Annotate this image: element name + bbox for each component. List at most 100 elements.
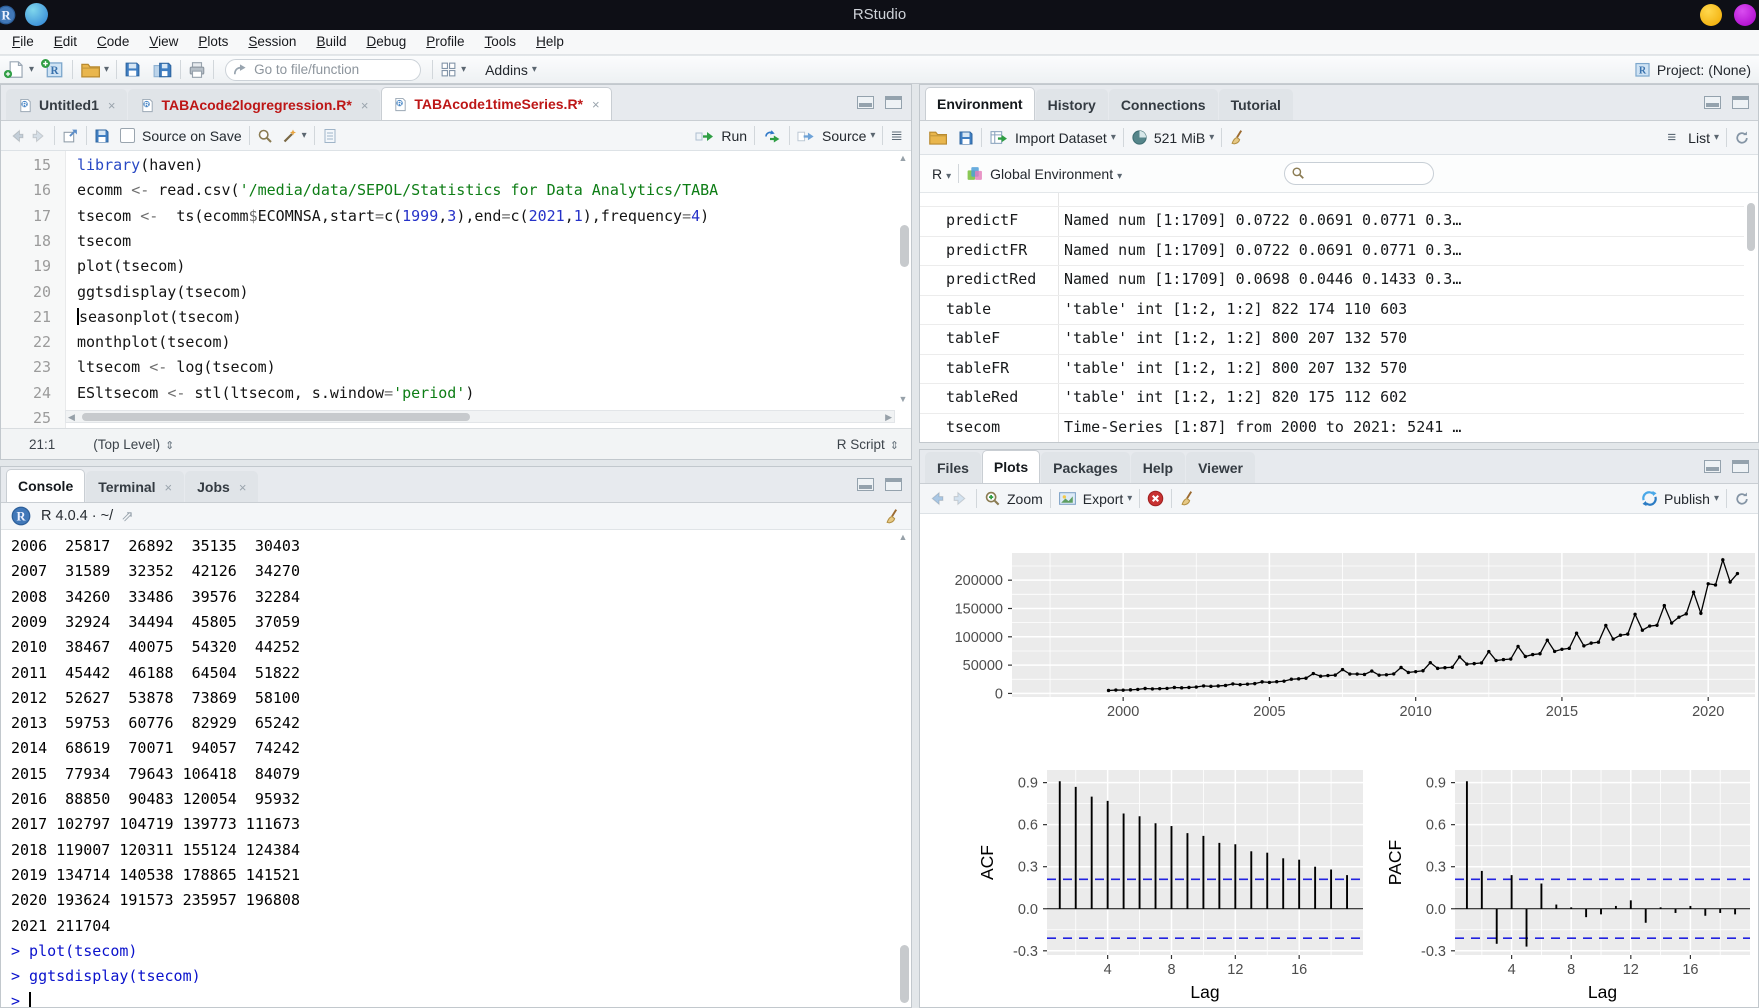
environment-row[interactable]: predictRedNamed num [1:1709] 0.0698 0.04…: [920, 266, 1744, 296]
scope-selector[interactable]: (Top Level)⇕: [93, 437, 174, 452]
rerun-icon[interactable]: [762, 128, 782, 144]
maximize-pane-icon[interactable]: [1732, 96, 1749, 109]
run-button[interactable]: Run: [695, 128, 747, 144]
open-in-window-icon[interactable]: [62, 127, 79, 144]
console-tab-console[interactable]: Console: [6, 469, 85, 502]
refresh-plot-icon[interactable]: [1734, 491, 1750, 507]
plots-tab-plots[interactable]: Plots: [982, 450, 1040, 483]
minimize-pane-icon[interactable]: [857, 478, 874, 491]
plots-tab-packages[interactable]: Packages: [1041, 452, 1130, 483]
plots-tab-viewer[interactable]: Viewer: [1186, 452, 1255, 483]
menu-item-profile[interactable]: Profile: [416, 30, 474, 54]
console-output[interactable]: 2006 25817 26892 35135 304032007 31589 3…: [1, 530, 895, 1007]
menu-item-help[interactable]: Help: [526, 30, 574, 54]
chevron-down-icon[interactable]: ▾: [29, 64, 34, 75]
minimize-pane-icon[interactable]: [1704, 460, 1721, 473]
compile-report-icon[interactable]: [322, 128, 338, 144]
save-icon[interactable]: [94, 128, 110, 144]
language-selector[interactable]: R▾: [932, 166, 951, 182]
save-button[interactable]: [124, 61, 141, 78]
environment-vscrollbar[interactable]: [1747, 203, 1755, 251]
close-icon[interactable]: ×: [108, 98, 116, 113]
minimize-pane-icon[interactable]: [857, 96, 874, 109]
hscroll-thumb[interactable]: [82, 413, 470, 421]
scroll-right-icon[interactable]: ▶: [885, 413, 892, 422]
close-icon[interactable]: ×: [239, 480, 247, 495]
menu-item-session[interactable]: Session: [238, 30, 306, 54]
code-editor[interactable]: 1516171819202122232425 library(haven)eco…: [1, 151, 911, 431]
previous-plot-icon[interactable]: [928, 490, 945, 507]
window-control-magenta-icon[interactable]: [1734, 4, 1756, 26]
environment-tab-tutorial[interactable]: Tutorial: [1219, 89, 1293, 120]
memory-usage-button[interactable]: 521 MiB ▾: [1131, 129, 1214, 146]
menu-item-plots[interactable]: Plots: [188, 30, 238, 54]
environment-row[interactable]: tsecomTime-Series [1:87] from 2000 to 20…: [920, 414, 1744, 443]
close-icon[interactable]: ×: [592, 97, 600, 112]
console-tab-terminal[interactable]: Terminal×: [86, 471, 184, 502]
scroll-down-icon[interactable]: ▼: [898, 395, 908, 404]
environment-row[interactable]: tableRed'table' int [1:2, 1:2] 820 175 1…: [920, 384, 1744, 414]
maximize-pane-icon[interactable]: [885, 96, 902, 109]
scroll-up-icon[interactable]: ▲: [898, 533, 908, 542]
new-project-button[interactable]: [44, 59, 65, 80]
window-control-yellow-icon[interactable]: [1700, 4, 1722, 26]
publish-button[interactable]: Publish ▾: [1641, 490, 1719, 507]
remove-plot-icon[interactable]: [1147, 490, 1164, 507]
editor-tab-tabacode1timeseries-r[interactable]: TABAcode1timeSeries.R*×: [381, 87, 611, 120]
view-mode-button[interactable]: List ▾: [1682, 130, 1719, 146]
editor-tab-tabacode2logregression-r[interactable]: TABAcode2logregression.R*×: [128, 89, 380, 120]
clear-console-broom-icon[interactable]: [884, 508, 901, 525]
menu-item-view[interactable]: View: [139, 30, 188, 54]
plots-tab-help[interactable]: Help: [1131, 452, 1185, 483]
close-icon[interactable]: ×: [165, 480, 173, 495]
load-workspace-folder-icon[interactable]: [928, 128, 947, 147]
console-vscrollbar[interactable]: [900, 945, 909, 1003]
code-tools-wand-icon[interactable]: [282, 128, 298, 144]
open-in-new-icon[interactable]: ⇗: [121, 507, 134, 525]
environment-selector[interactable]: Global Environment▾: [990, 166, 1122, 182]
goto-file-input[interactable]: [225, 59, 421, 81]
source-button[interactable]: Source ▾: [797, 128, 875, 144]
save-workspace-icon[interactable]: [958, 130, 974, 146]
menu-item-tools[interactable]: Tools: [475, 30, 527, 54]
chevron-down-icon[interactable]: ▾: [302, 130, 307, 141]
import-dataset-button[interactable]: Import Dataset ▾: [989, 129, 1116, 146]
forward-icon[interactable]: [31, 128, 47, 144]
chevron-down-icon[interactable]: ▾: [461, 64, 466, 75]
new-file-button[interactable]: ▾: [6, 60, 34, 79]
editor-tab-untitled1[interactable]: Untitled1×: [6, 89, 127, 120]
environment-search-input[interactable]: [1284, 162, 1434, 185]
export-plot-button[interactable]: Export ▾: [1058, 490, 1133, 507]
environment-tab-history[interactable]: History: [1036, 89, 1108, 120]
maximize-pane-icon[interactable]: [885, 478, 902, 491]
menu-item-edit[interactable]: Edit: [44, 30, 87, 54]
editor-vscrollbar[interactable]: [900, 225, 909, 267]
environment-row[interactable]: predictFRNamed num [1:1709] 0.0722 0.069…: [920, 237, 1744, 267]
chevron-down-icon[interactable]: ▾: [104, 64, 109, 75]
document-outline-icon[interactable]: ≣: [890, 128, 903, 143]
scroll-up-icon[interactable]: ▲: [898, 154, 908, 163]
addins-button[interactable]: Addins ▾: [480, 62, 537, 78]
open-file-button[interactable]: ▾: [80, 60, 109, 80]
environment-row[interactable]: table'table' int [1:2, 1:2] 822 174 110 …: [920, 296, 1744, 326]
minimize-pane-icon[interactable]: [1704, 96, 1721, 109]
panes-layout-button[interactable]: ▾: [440, 61, 466, 78]
editor-hscrollbar[interactable]: ◀ ▶: [65, 410, 895, 423]
next-plot-icon[interactable]: [952, 490, 969, 507]
menu-item-debug[interactable]: Debug: [356, 30, 416, 54]
environment-row[interactable]: tableF'table' int [1:2, 1:2] 800 207 132…: [920, 325, 1744, 355]
clear-environment-broom-icon[interactable]: [1229, 129, 1246, 146]
back-icon[interactable]: [9, 128, 25, 144]
refresh-icon[interactable]: [1734, 130, 1750, 146]
menu-item-build[interactable]: Build: [306, 30, 356, 54]
project-menu-button[interactable]: Project: (None): [1633, 60, 1751, 79]
menu-item-file[interactable]: File: [2, 30, 44, 54]
plots-tab-files[interactable]: Files: [925, 452, 981, 483]
save-all-button[interactable]: [153, 61, 173, 79]
print-button[interactable]: [188, 61, 206, 79]
maximize-pane-icon[interactable]: [1732, 460, 1749, 473]
clear-plots-broom-icon[interactable]: [1179, 490, 1196, 507]
console-tab-jobs[interactable]: Jobs×: [185, 471, 258, 502]
find-replace-icon[interactable]: [257, 128, 273, 144]
file-type-selector[interactable]: R Script⇕: [837, 437, 899, 452]
